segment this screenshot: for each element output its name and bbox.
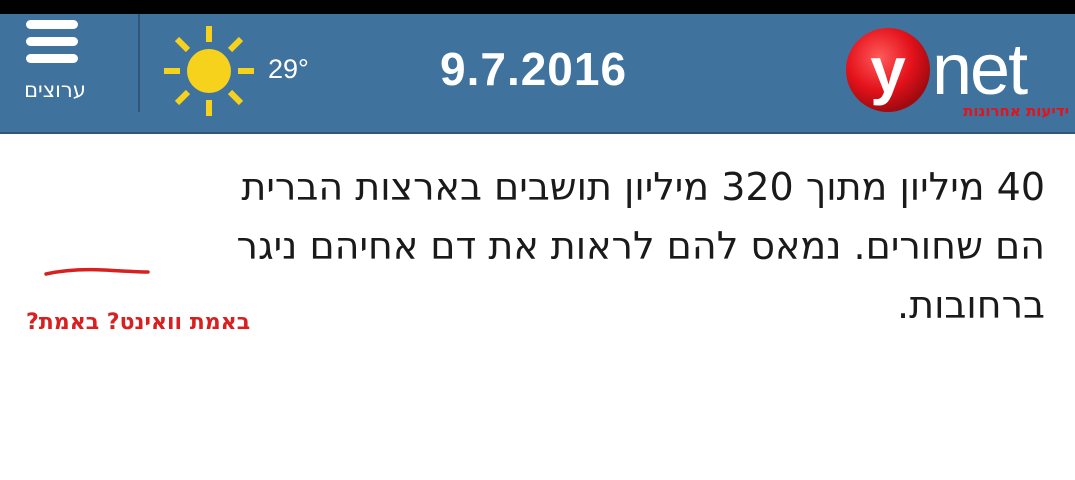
- hamburger-icon: [26, 20, 78, 29]
- svg-text:y: y: [870, 34, 906, 106]
- header-divider: [0, 132, 1075, 134]
- article-text: 40 מיליון מתוך 320 מיליון תושבים בארצות …: [25, 158, 1045, 335]
- hamburger-icon: [26, 37, 78, 46]
- article-line: הם שחורים. נמאס להם לראות את דם אחיהם ני…: [25, 217, 1045, 276]
- menu-button[interactable]: ערוצים: [18, 20, 90, 106]
- menu-label: ערוצים: [24, 78, 86, 102]
- annotation-comment: באמת וואינט? באמת?: [26, 310, 251, 335]
- article-line: 40 מיליון מתוך 320 מיליון תושבים בארצות …: [241, 165, 1045, 209]
- article-text-segment: הם שחורים. נמאס להם לראות את דם אחיהם: [297, 224, 1045, 268]
- svg-text:net: net: [932, 30, 1028, 110]
- status-bar: [0, 0, 1075, 14]
- underlined-word: ניגר: [236, 224, 298, 268]
- sun-icon[interactable]: [160, 22, 258, 120]
- red-underline-mark: [44, 267, 150, 276]
- header-separator: [138, 14, 140, 112]
- temperature: 29°: [268, 54, 309, 84]
- hamburger-icon: [26, 54, 78, 63]
- logo-subtitle: ידיעות אחרונות: [963, 102, 1069, 120]
- page-date: 9.7.2016: [440, 43, 628, 95]
